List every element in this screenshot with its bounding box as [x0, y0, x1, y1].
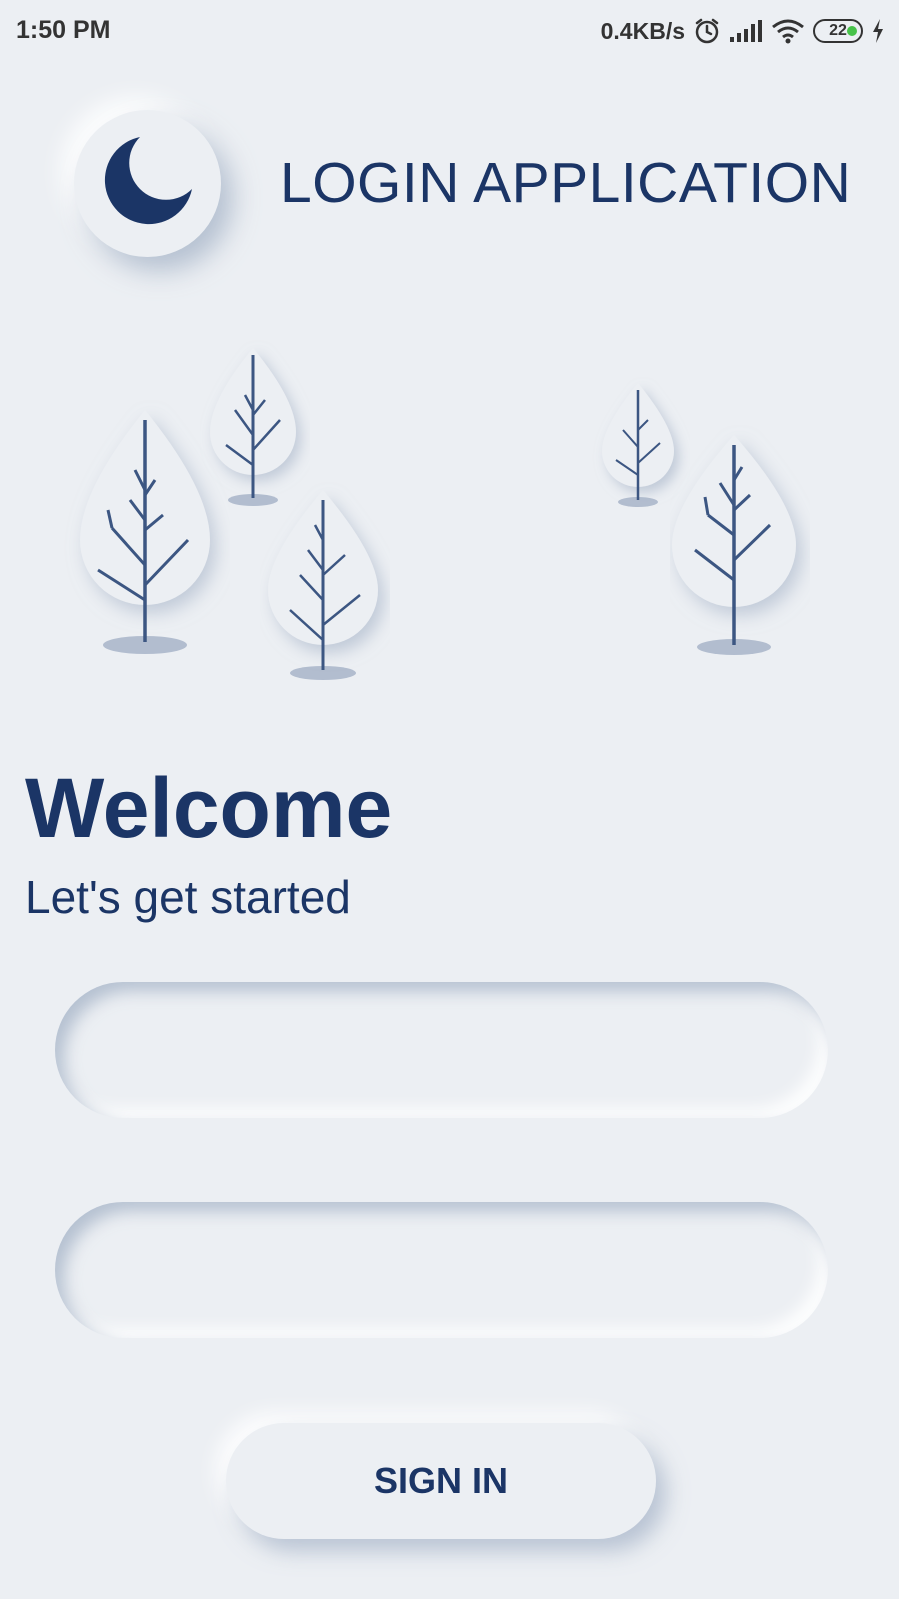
tree-illustration — [268, 490, 378, 680]
username-field-container — [55, 982, 828, 1118]
welcome-title: Welcome — [25, 761, 393, 855]
status-time: 1:50 PM — [16, 16, 111, 44]
app-logo — [74, 110, 221, 257]
login-screen: 1:50 PM 0.4KB/s 22 LOGIN APPLICATION Wel… — [0, 0, 899, 1599]
username-input[interactable] — [55, 982, 828, 1118]
signal-icon — [729, 19, 763, 43]
status-indicators: 0.4KB/s 22 — [601, 14, 885, 48]
welcome-subtitle: Let's get started — [25, 871, 351, 923]
battery-icon: 22 — [813, 19, 863, 43]
app-title: LOGIN APPLICATION — [280, 151, 852, 215]
password-input[interactable] — [55, 1202, 828, 1338]
status-bar: 1:50 PM 0.4KB/s 22 — [0, 0, 899, 62]
network-speed: 0.4KB/s — [600, 17, 685, 44]
battery-level: 22 — [829, 22, 847, 39]
wifi-icon — [771, 18, 805, 44]
sign-in-button[interactable]: SIGN IN — [226, 1423, 656, 1539]
password-field-container — [55, 1202, 828, 1338]
alarm-icon — [693, 17, 721, 45]
battery-status-dot — [847, 26, 857, 36]
trees-illustration — [0, 330, 899, 700]
charging-icon — [871, 18, 885, 44]
moon-icon — [100, 133, 196, 234]
tree-illustration — [672, 435, 796, 655]
